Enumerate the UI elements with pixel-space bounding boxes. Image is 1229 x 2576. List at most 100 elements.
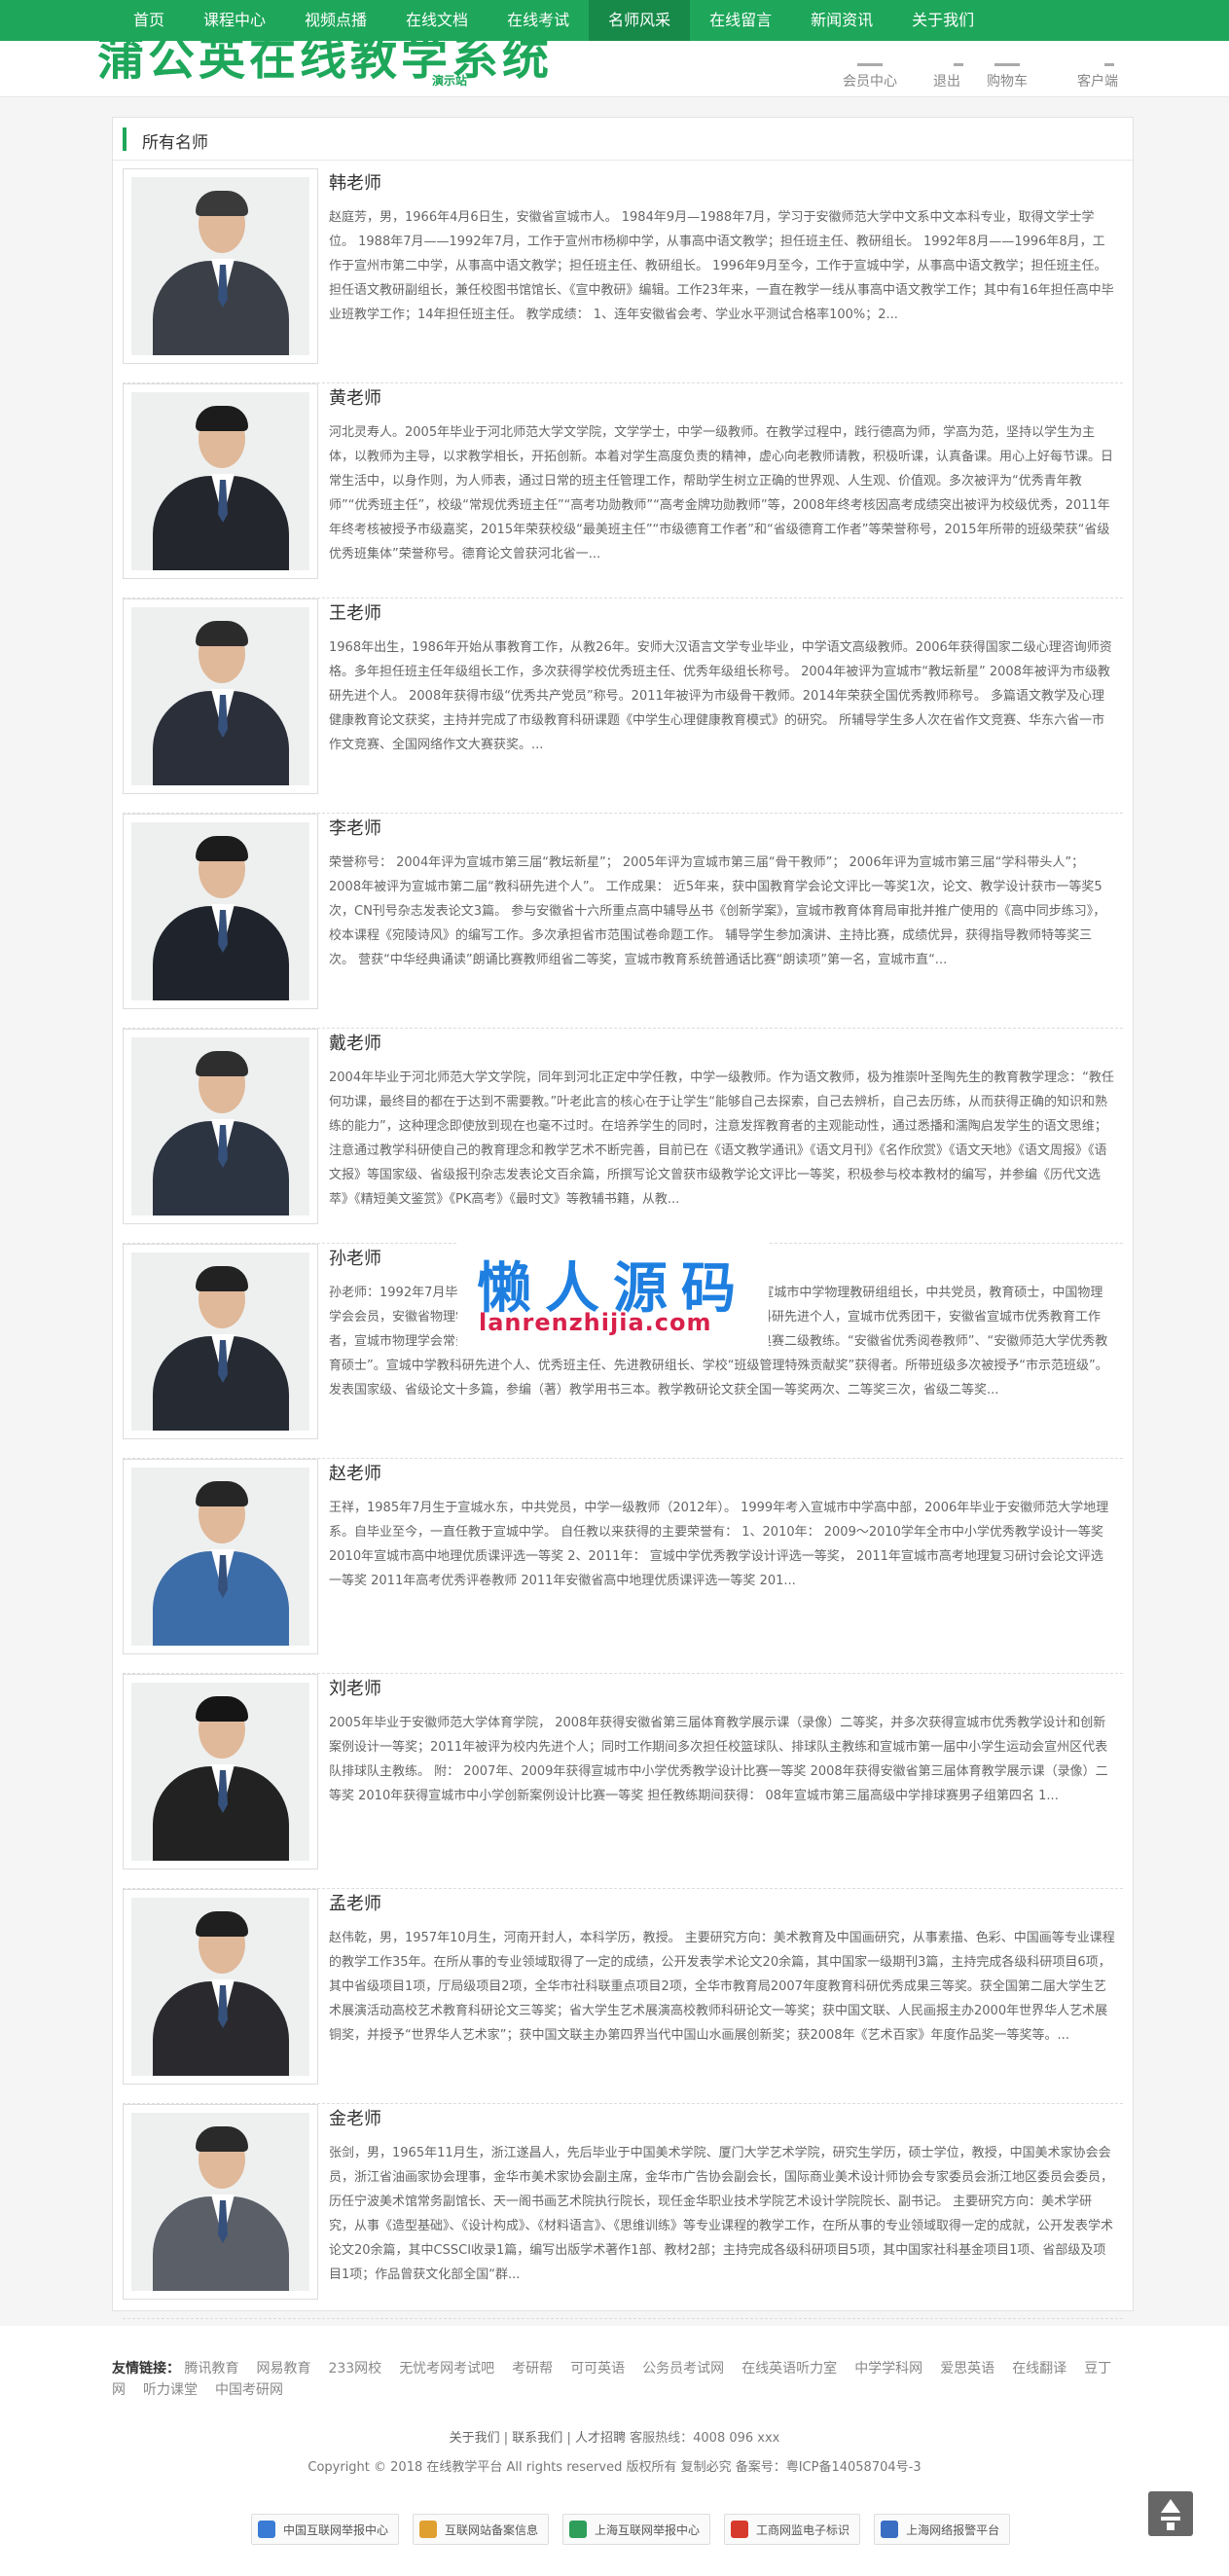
friend-link[interactable]: 无忧考网考试吧 [399,2361,494,2376]
teacher-photo[interactable] [123,2104,318,2300]
arrow-up-icon-stem [1167,2522,1175,2530]
page-body: 所有名师 韩老师赵庭芳，男，1966年4月6日生，安徽省宣城市人。 1984年9… [0,97,1229,2326]
portrait-hair [196,1481,248,1506]
friend-link[interactable]: 中国考研网 [215,2382,283,2398]
back-to-top-button[interactable] [1148,2491,1193,2536]
friend-link[interactable]: 可可英语 [570,2361,625,2376]
teacher-photo[interactable] [123,1029,318,1224]
footer-link-jobs[interactable]: 人才招聘 [575,2431,626,2446]
teacher-name[interactable]: 韩老师 [329,169,381,195]
friend-links-list: 腾讯教育 网易教育 233网校 无忧考网考试吧 考研帮 可可英语 公务员考试网 在线英语听力室… [112,2361,1111,2398]
arrow-up-icon-bar [1161,2517,1180,2521]
teacher-portrait [131,607,309,785]
friend-link[interactable]: 中学学科网 [854,2361,922,2376]
watermark-en: lanrenzhijia.com [479,1309,712,1336]
teacher-portrait [131,1037,309,1215]
teacher-name[interactable]: 黄老师 [329,384,381,410]
friend-link[interactable]: 网易教育 [256,2361,310,2376]
teacher-item: 韩老师赵庭芳，男，1966年4月6日生，安徽省宣城市人。 1984年9月—198… [123,168,1123,383]
friend-link[interactable]: 在线英语听力室 [741,2361,837,2376]
nav-item[interactable]: 在线留言 [690,0,791,41]
friend-link[interactable]: 腾讯教育 [184,2361,238,2376]
portrait-hair [196,406,248,431]
nav-list: 首页 课程中心 视频点播 在线文档 在线考试 名师风采 在线留言 新闻资讯 关于我们 [114,0,994,41]
teacher-name[interactable]: 戴老师 [329,1030,381,1055]
friend-link[interactable]: 听力课堂 [143,2382,198,2398]
nav-item[interactable]: 关于我们 [892,0,994,41]
friend-link[interactable]: 考研帮 [512,2361,553,2376]
badge-icon [881,2521,899,2538]
trust-badge[interactable]: 互联网站备案信息 [413,2514,550,2545]
cart-icon [994,54,1020,66]
teachers-panel: 所有名师 韩老师赵庭芳，男，1966年4月6日生，安徽省宣城市人。 1984年9… [112,117,1134,2319]
teacher-name[interactable]: 孙老师 [329,1245,381,1270]
portrait-hair [196,1696,248,1722]
site-logo[interactable]: 蒲公英在线教学系统 [97,41,553,88]
teacher-photo[interactable] [123,383,318,579]
badge-icon [569,2521,588,2538]
nav-item[interactable]: 课程中心 [184,0,285,41]
nav-item[interactable]: 在线考试 [488,0,589,41]
badge-icon [258,2521,275,2538]
badge-label: 互联网站备案信息 [445,2522,539,2537]
trust-badge[interactable]: 工商网监电子标识 [724,2514,861,2545]
teacher-portrait [131,392,309,570]
member-center-link[interactable]: 会员中心 [843,54,897,91]
panel-header: 所有名师 [113,118,1133,161]
friend-link[interactable]: 爱思英语 [940,2361,994,2376]
teacher-name[interactable]: 金老师 [329,2105,381,2130]
teacher-photo[interactable] [123,1674,318,1869]
teacher-photo[interactable] [123,168,318,364]
portrait-hair [196,2126,248,2152]
logout-icon [954,54,963,66]
footer-hotline: 客服热线：4008 096 xxx [630,2431,780,2446]
teacher-photo[interactable] [123,1889,318,2085]
teacher-photo[interactable] [123,1459,318,1654]
teacher-desc: 荣誉称号： 2004年评为宣城市第三届“教坛新星”； 2005年评为宣城市第三届… [329,855,1106,967]
trust-badge[interactable]: 中国互联网举报中心 [251,2514,400,2545]
portrait-hair [196,1266,248,1291]
footer-link-contact[interactable]: 联系我们 [512,2431,562,2446]
teacher-name[interactable]: 王老师 [329,599,381,625]
watermark-logo: 懒人源码 lanrenzhijia.com [457,1241,769,1348]
logout-link[interactable]: 退出 [930,54,963,91]
friend-link[interactable]: 公务员考试网 [642,2361,724,2376]
nav-item[interactable]: 新闻资讯 [791,0,892,41]
portrait-hair [196,836,248,861]
friend-link[interactable]: 在线翻译 [1012,2361,1066,2376]
teacher-desc: 张剑，男，1965年11月生，浙江遂昌人，先后毕业于中国美术学院、厦门大学艺术学… [329,2146,1114,2282]
nav-item[interactable]: 首页 [114,0,184,41]
portrait-hair [196,191,248,216]
logo-subtitle: 演示站 [432,74,468,88]
badge-label: 工商网监电子标识 [756,2522,850,2537]
cart-link[interactable]: 购物车 [987,54,1028,91]
footer-copyright: Copyright © 2018 在线教学平台 All rights reser… [307,2460,922,2475]
nav-item[interactable]: 视频点播 [285,0,386,41]
teacher-desc: 赵庭芳，男，1966年4月6日生，安徽省宣城市人。 1984年9月—1988年7… [329,210,1114,322]
teacher-item: 刘老师 2005年毕业于安徽师范大学体育学院， 2008年获得安徽省第三届体育教学… [123,1674,1123,1889]
friend-link[interactable]: 233网校 [328,2361,381,2376]
teacher-photo[interactable] [123,814,318,1009]
trust-badge[interactable]: 上海互联网举报中心 [562,2514,711,2545]
teacher-name[interactable]: 刘老师 [329,1675,381,1700]
badge-icon [731,2521,749,2538]
teacher-portrait [131,2113,309,2291]
member-icon [857,54,883,66]
nav-item[interactable]: 在线文档 [386,0,488,41]
teacher-photo[interactable] [123,1244,318,1439]
trust-badge[interactable]: 上海网络报警平台 [874,2514,1011,2545]
friend-links-label: 友情链接： [112,2361,180,2376]
teacher-photo[interactable] [123,599,318,794]
client-icon [1104,54,1114,66]
footer-link-about[interactable]: 关于我们 [450,2431,500,2446]
teacher-item: 戴老师 2004年毕业于河北师范大学文学院，同年到河北正定中学任教，中学一级教师。… [123,1029,1123,1244]
teacher-item: 李老师荣誉称号： 2004年评为宣城市第三届“教坛新星”； 2005年评为宣城市… [123,814,1123,1029]
teacher-item: 王老师 1968年出生，1986年开始从事教育工作，从教26年。安师大汉语言文学专… [123,599,1123,814]
client-link[interactable]: 客户端 [1077,54,1118,91]
teacher-name[interactable]: 李老师 [329,815,381,840]
badge-label: 上海互联网举报中心 [595,2522,701,2537]
nav-item[interactable]: 名师风采 [589,0,691,41]
teacher-name[interactable]: 赵老师 [329,1460,381,1485]
teacher-name[interactable]: 孟老师 [329,1890,381,1915]
site-header: 蒲公英在线教学系统 演示站 会员中心 退出 购物车 客户端 [0,41,1229,97]
